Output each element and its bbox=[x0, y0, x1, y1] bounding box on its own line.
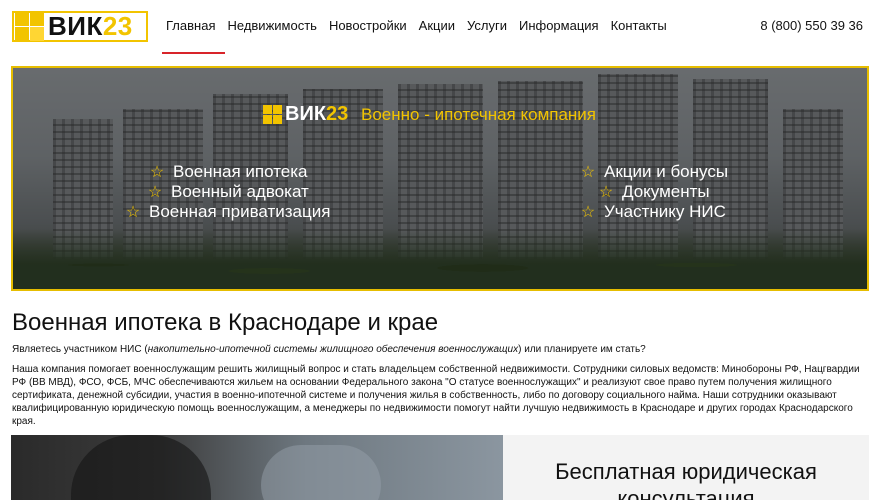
banner-link-military-mortgage[interactable]: ☆ Военная ипотека bbox=[123, 162, 330, 182]
nav-item-promotions[interactable]: Акции bbox=[413, 18, 461, 33]
star-icon: ☆ bbox=[149, 164, 165, 181]
banner-link-promotions[interactable]: ☆ Акции и бонусы bbox=[578, 162, 728, 182]
site-logo[interactable]: ВИК23 bbox=[12, 11, 148, 42]
banner-link-military-lawyer[interactable]: ☆ Военный адвокат bbox=[123, 182, 330, 202]
intro-text: Являетесь участником НИС (накопительно-и… bbox=[12, 344, 646, 355]
consultation-photo bbox=[11, 435, 503, 500]
logo-squares-icon bbox=[263, 105, 282, 124]
nav-item-home[interactable]: Главная bbox=[160, 18, 227, 54]
banner-services-right: ☆ Акции и бонусы ☆ Документы ☆ Участнику НИ… bbox=[578, 162, 728, 222]
star-icon: ☆ bbox=[598, 184, 614, 201]
banner-link-documents[interactable]: ☆ Документы bbox=[578, 182, 728, 202]
phone-number[interactable]: 8 (800) 550 39 36 bbox=[760, 18, 863, 33]
banner-logo: ВИК23 bbox=[263, 103, 348, 126]
logo-text: ВИК23 bbox=[48, 11, 133, 41]
banner-services-left: ☆ Военная ипотека ☆ Военный адвокат ☆ Военн… bbox=[123, 162, 331, 222]
star-icon: ☆ bbox=[125, 204, 141, 221]
nav-item-info[interactable]: Информация bbox=[513, 18, 605, 33]
consultation-block: Бесплатная юридическая консультация bbox=[503, 435, 869, 500]
nav-item-new-buildings[interactable]: Новостройки bbox=[323, 18, 413, 33]
nav-item-realty[interactable]: Недвижимость bbox=[221, 18, 322, 33]
description-text: Наша компания помогает военнослужащим ре… bbox=[12, 364, 860, 427]
banner-tagline: Военно - ипотечная компания bbox=[361, 105, 597, 124]
star-icon: ☆ bbox=[580, 204, 596, 221]
page-title: Военная ипотека в Краснодаре и крае bbox=[12, 309, 439, 336]
site-header: ВИК23 Главная Недвижимость Новостройки А… bbox=[0, 0, 880, 56]
banner-link-military-privatization[interactable]: ☆ Военная приватизация bbox=[123, 202, 331, 222]
consultation-title: Бесплатная юридическая консультация bbox=[555, 459, 817, 500]
nav-item-services[interactable]: Услуги bbox=[461, 18, 513, 33]
banner-link-nis-participant[interactable]: ☆ Участнику НИС bbox=[578, 202, 728, 222]
hero-banner[interactable]: ВИК23 Военно - ипотечная компания ☆ Военн… bbox=[11, 66, 869, 291]
logo-squares-icon bbox=[15, 12, 44, 41]
star-icon: ☆ bbox=[580, 164, 596, 181]
star-icon: ☆ bbox=[147, 184, 163, 201]
main-nav: Главная Недвижимость Новостройки Акции У… bbox=[160, 18, 673, 54]
nav-item-contacts[interactable]: Контакты bbox=[605, 18, 673, 33]
